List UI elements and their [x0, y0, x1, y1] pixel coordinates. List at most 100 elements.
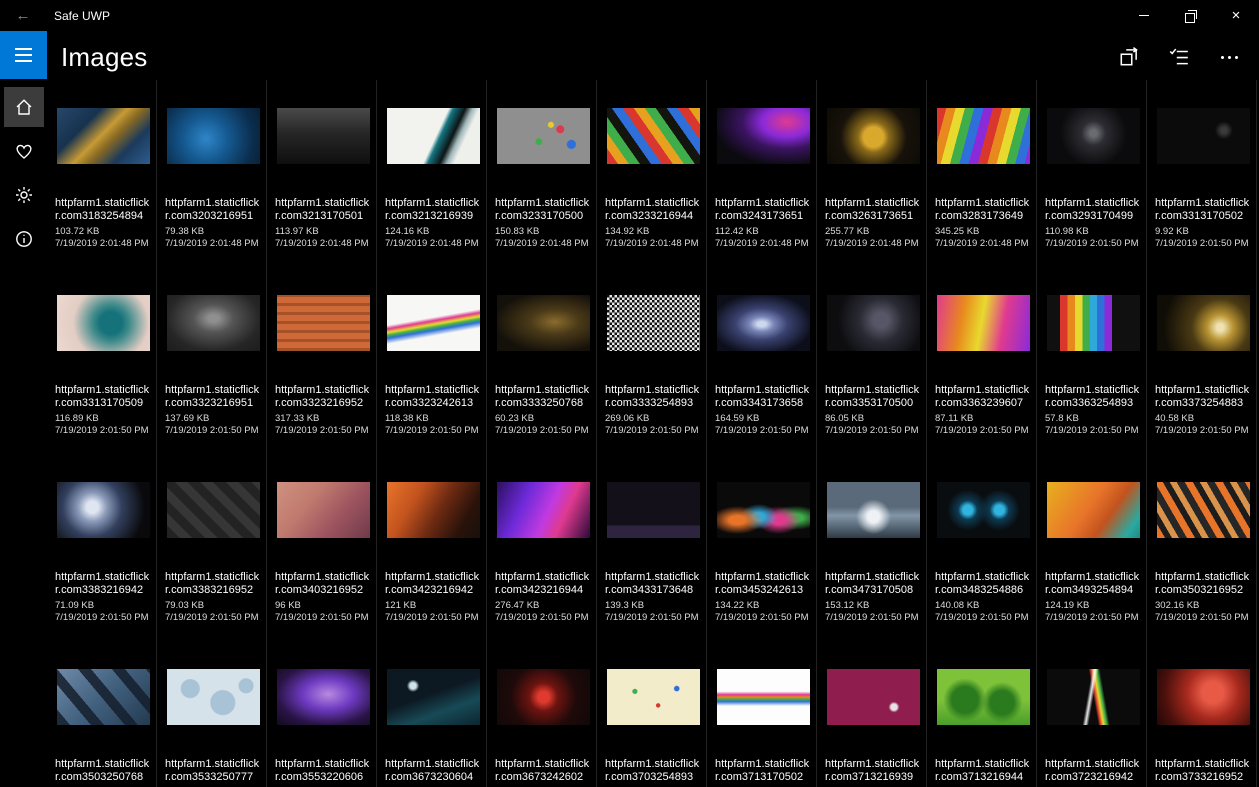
tile-thumbnail[interactable] [826, 295, 920, 351]
image-tile[interactable]: httpfarm1.staticflickr.com3433173648 139… [597, 454, 707, 641]
multi-select-button[interactable] [1159, 43, 1199, 71]
image-tile[interactable]: httpfarm1.staticflickr.com3313170509 116… [47, 267, 157, 454]
image-tile[interactable]: httpfarm1.staticflickr.com3533250777 [157, 641, 267, 787]
tile-thumbnail[interactable] [1156, 108, 1250, 164]
minimize-button[interactable] [1121, 0, 1167, 31]
tile-thumbnail[interactable] [56, 482, 150, 538]
sidebar-item-favorites[interactable] [4, 131, 44, 171]
image-tile[interactable]: httpfarm1.staticflickr.com3713216944 [927, 641, 1037, 787]
image-tile[interactable]: httpfarm1.staticflickr.com3483254886 140… [927, 454, 1037, 641]
image-tile[interactable]: httpfarm1.staticflickr.com3673230604 [377, 641, 487, 787]
image-tile[interactable]: httpfarm1.staticflickr.com3233170500 150… [487, 80, 597, 267]
tile-thumbnail[interactable] [716, 295, 810, 351]
image-tile[interactable]: httpfarm1.staticflickr.com3733216952 [1147, 641, 1257, 787]
image-tile[interactable]: httpfarm1.staticflickr.com3553220606 [267, 641, 377, 787]
image-tile[interactable]: httpfarm1.staticflickr.com3323216951 137… [157, 267, 267, 454]
image-tile[interactable]: httpfarm1.staticflickr.com3383216952 79.… [157, 454, 267, 641]
tile-thumbnail[interactable] [606, 108, 700, 164]
tile-thumbnail[interactable] [276, 108, 370, 164]
tile-thumbnail[interactable] [386, 482, 480, 538]
tile-thumbnail[interactable] [826, 108, 920, 164]
image-tile[interactable]: httpfarm1.staticflickr.com3183254894 103… [47, 80, 157, 267]
image-tile[interactable]: httpfarm1.staticflickr.com3403216952 96 … [267, 454, 377, 641]
tile-thumbnail[interactable] [716, 482, 810, 538]
tile-thumbnail[interactable] [276, 295, 370, 351]
tile-thumbnail[interactable] [1046, 482, 1140, 538]
image-tile[interactable]: httpfarm1.staticflickr.com3343173658 164… [707, 267, 817, 454]
image-tile[interactable]: httpfarm1.staticflickr.com3263173651 255… [817, 80, 927, 267]
image-tile[interactable]: httpfarm1.staticflickr.com3703254893 [597, 641, 707, 787]
image-tile[interactable]: httpfarm1.staticflickr.com3333254893 269… [597, 267, 707, 454]
tile-thumbnail[interactable] [276, 669, 370, 725]
rotate-button[interactable] [1109, 43, 1149, 71]
tile-thumbnail[interactable] [276, 482, 370, 538]
image-tile[interactable]: httpfarm1.staticflickr.com3363239607 87.… [927, 267, 1037, 454]
tile-thumbnail[interactable] [1046, 108, 1140, 164]
see-more-button[interactable] [1209, 43, 1249, 71]
tile-thumbnail[interactable] [166, 108, 260, 164]
image-tile[interactable]: httpfarm1.staticflickr.com3713216939 [817, 641, 927, 787]
image-tile[interactable]: httpfarm1.staticflickr.com3203216951 79.… [157, 80, 267, 267]
tile-thumbnail[interactable] [166, 482, 260, 538]
image-tile[interactable]: httpfarm1.staticflickr.com3493254894 124… [1037, 454, 1147, 641]
tile-thumbnail[interactable] [716, 108, 810, 164]
image-tile[interactable]: httpfarm1.staticflickr.com3363254893 57.… [1037, 267, 1147, 454]
tile-thumbnail[interactable] [496, 295, 590, 351]
image-tile[interactable]: httpfarm1.staticflickr.com3423216944 276… [487, 454, 597, 641]
tile-thumbnail[interactable] [1156, 482, 1250, 538]
image-tile[interactable]: httpfarm1.staticflickr.com3213170501 113… [267, 80, 377, 267]
image-tile[interactable]: httpfarm1.staticflickr.com3503250768 [47, 641, 157, 787]
image-tile[interactable]: httpfarm1.staticflickr.com3233216944 134… [597, 80, 707, 267]
tile-thumbnail[interactable] [166, 295, 260, 351]
restore-button[interactable] [1167, 0, 1213, 31]
tile-thumbnail[interactable] [1156, 295, 1250, 351]
image-tile[interactable]: httpfarm1.staticflickr.com3323242613 118… [377, 267, 487, 454]
image-tile[interactable]: httpfarm1.staticflickr.com3213216939 124… [377, 80, 487, 267]
tile-thumbnail[interactable] [716, 669, 810, 725]
tile-thumbnail[interactable] [386, 295, 480, 351]
image-tile[interactable]: httpfarm1.staticflickr.com3283173649 345… [927, 80, 1037, 267]
tile-thumbnail[interactable] [606, 295, 700, 351]
image-tile[interactable]: httpfarm1.staticflickr.com3323216952 317… [267, 267, 377, 454]
tile-thumbnail[interactable] [606, 669, 700, 725]
back-button[interactable]: ← [0, 0, 46, 31]
image-tile[interactable]: httpfarm1.staticflickr.com3383216942 71.… [47, 454, 157, 641]
sidebar-item-settings[interactable] [4, 175, 44, 215]
tile-thumbnail[interactable] [496, 482, 590, 538]
image-tile[interactable]: httpfarm1.staticflickr.com3453242613 134… [707, 454, 817, 641]
tile-thumbnail[interactable] [826, 482, 920, 538]
tile-thumbnail[interactable] [496, 108, 590, 164]
sidebar-item-about[interactable] [4, 219, 44, 259]
tile-thumbnail[interactable] [936, 108, 1030, 164]
image-tile[interactable]: httpfarm1.staticflickr.com3713170502 [707, 641, 817, 787]
image-tile[interactable]: httpfarm1.staticflickr.com3473170508 153… [817, 454, 927, 641]
image-tile[interactable]: httpfarm1.staticflickr.com3293170499 110… [1037, 80, 1147, 267]
image-tile[interactable]: httpfarm1.staticflickr.com3723216942 [1037, 641, 1147, 787]
tile-thumbnail[interactable] [56, 669, 150, 725]
image-tile[interactable]: httpfarm1.staticflickr.com3353170500 86.… [817, 267, 927, 454]
sidebar-item-home[interactable] [3, 87, 44, 127]
tile-thumbnail[interactable] [1046, 295, 1140, 351]
image-tile[interactable]: httpfarm1.staticflickr.com3423216942 121… [377, 454, 487, 641]
close-button[interactable]: × [1213, 0, 1259, 31]
tile-thumbnail[interactable] [606, 482, 700, 538]
image-tile[interactable]: httpfarm1.staticflickr.com3313170502 9.9… [1147, 80, 1257, 267]
tile-thumbnail[interactable] [166, 669, 260, 725]
tile-thumbnail[interactable] [386, 108, 480, 164]
image-tile[interactable]: httpfarm1.staticflickr.com3373254883 40.… [1147, 267, 1257, 454]
tile-thumbnail[interactable] [56, 295, 150, 351]
image-tile[interactable]: httpfarm1.staticflickr.com3333250768 60.… [487, 267, 597, 454]
image-tile[interactable]: httpfarm1.staticflickr.com3503216952 302… [1147, 454, 1257, 641]
tile-thumbnail[interactable] [826, 669, 920, 725]
tile-thumbnail[interactable] [496, 669, 590, 725]
image-tile[interactable]: httpfarm1.staticflickr.com3673242602 [487, 641, 597, 787]
tile-thumbnail[interactable] [1156, 669, 1250, 725]
tile-thumbnail[interactable] [56, 108, 150, 164]
tile-thumbnail[interactable] [386, 669, 480, 725]
image-tile[interactable]: httpfarm1.staticflickr.com3243173651 112… [707, 80, 817, 267]
tile-thumbnail[interactable] [936, 669, 1030, 725]
tile-thumbnail[interactable] [936, 295, 1030, 351]
hamburger-menu-button[interactable] [0, 31, 47, 79]
tile-thumbnail[interactable] [936, 482, 1030, 538]
tile-thumbnail[interactable] [1046, 669, 1140, 725]
